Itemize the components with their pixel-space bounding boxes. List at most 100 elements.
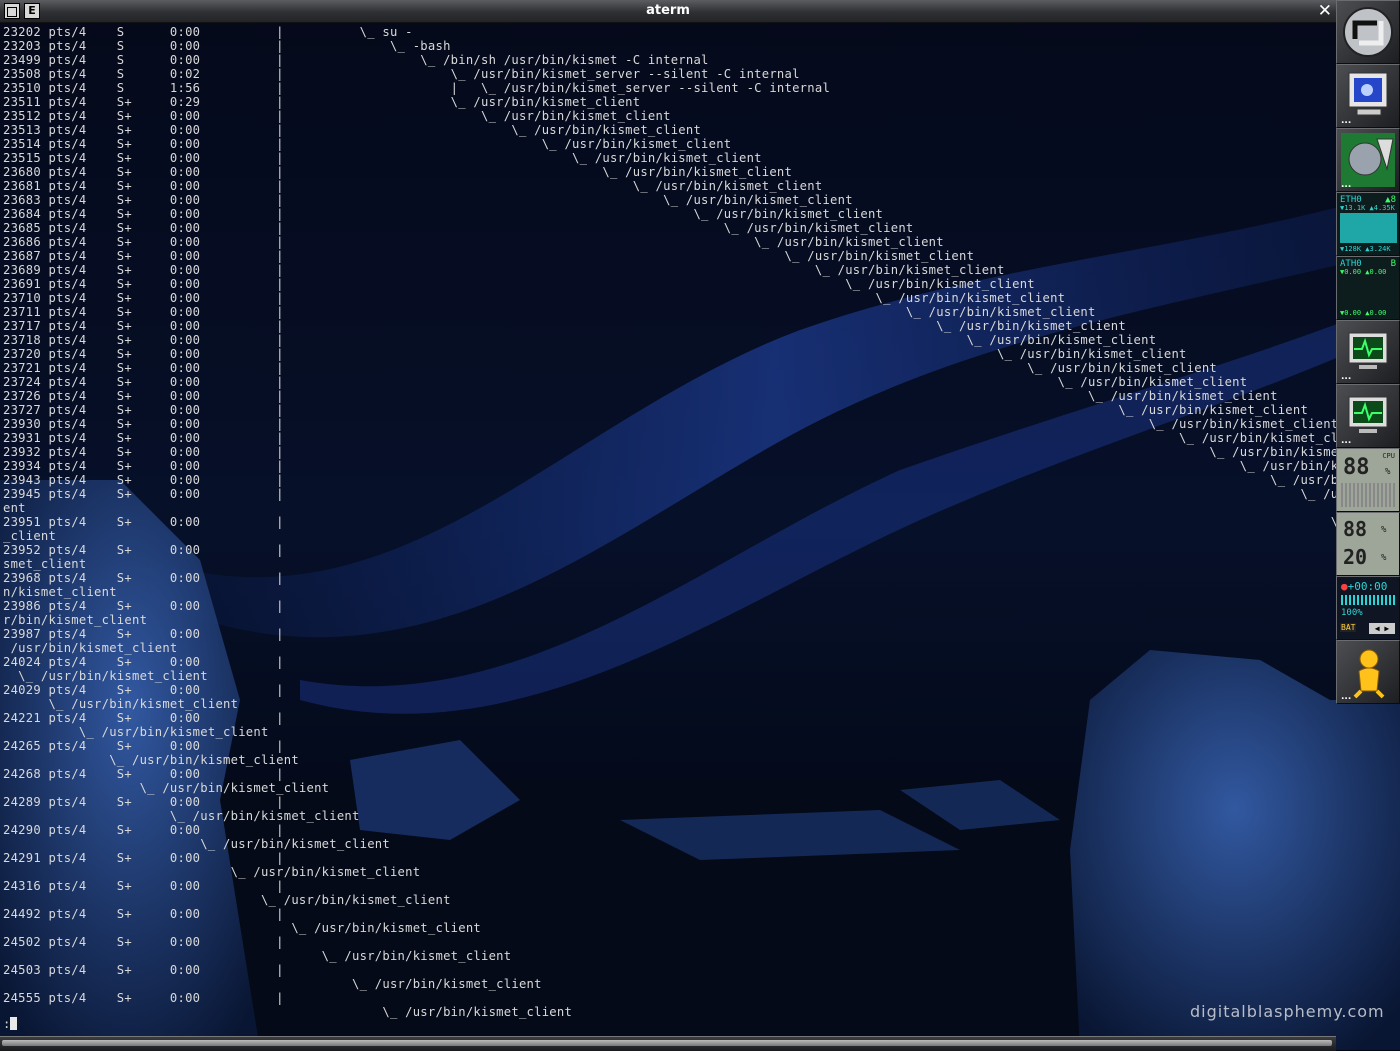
dock-tile-logo[interactable] [1336,0,1400,64]
battery-percent: 100% [1341,608,1363,618]
dock-cpu-meter[interactable]: CPU 88 % [1336,448,1400,512]
terminal-line: 23691 pts/4 S+ 0:00 | \_ /usr/bin/kismet… [3,277,1035,291]
tile-dots: ... [1341,372,1352,382]
terminal-line: smet_client [3,557,87,571]
cpu-value: 88 [1343,455,1370,480]
terminal-line: 24221 pts/4 S+ 0:00 | [3,711,284,725]
scrollbar-thumb[interactable] [2,1040,1332,1046]
tile-dots: ... [1341,180,1352,190]
dock-tile-sysmon-1[interactable]: ... [1336,320,1400,384]
terminal-line: 23687 pts/4 S+ 0:00 | \_ /usr/bin/kismet… [3,249,975,263]
terminal-line: 23951 pts/4 S+ 0:00 | \_ /usr/bin/kismet [3,515,1336,529]
terminal-line: \_ /usr/bin/kismet_client [3,725,269,739]
terminal-line: \_ /usr/bin/kismet_client [3,697,239,711]
close-icon[interactable]: ✕ [1318,1,1332,21]
terminal-line: 23718 pts/4 S+ 0:00 | \_ /usr/bin/kismet… [3,333,1157,347]
terminal-line: 24291 pts/4 S+ 0:00 | [3,851,284,865]
cpu-label: CPU [1382,452,1395,460]
dock-mem-meter[interactable]: 88 % 20 % [1336,512,1400,576]
terminal-line: 23508 pts/4 S 0:02 | \_ /usr/bin/kismet_… [3,67,800,81]
terminal-line: 23513 pts/4 S+ 0:00 | \_ /usr/bin/kismet… [3,123,702,137]
terminal-line: n/kismet_client [3,585,117,599]
window-maker-logo-icon [1343,7,1393,57]
terminal-line: \_ /usr/bin/kismet_client [3,809,360,823]
terminal-line: 24024 pts/4 S+ 0:00 | [3,655,284,669]
terminal-output[interactable]: 23202 pts/4 S 0:00 | \_ su -23203 pts/4 … [0,23,1336,1035]
terminal-line: 23680 pts/4 S+ 0:00 | \_ /usr/bin/kismet… [3,165,793,179]
dock-tile-network-tool[interactable]: ... [1336,128,1400,192]
dock-tile-messenger[interactable]: ... [1336,640,1400,704]
dock: ... ... ETH0 ▲8 ▼13.1K ▲4.35K ▼128K ▲3.2… [1336,0,1400,705]
terminal-line: 24492 pts/4 S+ 0:00 | [3,907,284,921]
dock-tile-monitor[interactable]: ... [1336,64,1400,128]
window-title: aterm [646,3,690,18]
wallpaper-credit: digitalblasphemy.com [1190,1002,1385,1021]
terminal-line: 23203 pts/4 S 0:00 | \_ -bash [3,39,451,53]
terminal-line: 23683 pts/4 S+ 0:00 | \_ /usr/bin/kismet… [3,193,853,207]
terminal-line: 23930 pts/4 S+ 0:00 | \_ /usr/bin/kismet… [3,417,1336,431]
terminal-line: 24265 pts/4 S+ 0:00 | [3,739,284,753]
terminal-line: 23689 pts/4 S+ 0:00 | \_ /usr/bin/kismet… [3,263,1005,277]
terminal-line: 24289 pts/4 S+ 0:00 | [3,795,284,809]
terminal-line: \_ /usr/bin/kismet_client [3,781,330,795]
terminal-line: 23710 pts/4 S+ 0:00 | \_ /usr/bin/kismet… [3,291,1066,305]
terminal-line: 24555 pts/4 S+ 0:00 | [3,991,284,1005]
terminal-line: 23511 pts/4 S+ 0:29 | \_ /usr/bin/kismet… [3,95,641,109]
text-cursor [10,1017,18,1030]
terminal-line: 23717 pts/4 S+ 0:00 | \_ /usr/bin/kismet… [3,319,1126,333]
terminal-line: 23934 pts/4 S+ 0:00 | \_ /usr/bin/kismet… [3,459,1336,473]
ath0-down: 0.00 [1344,268,1362,276]
terminal-line: 23681 pts/4 S+ 0:00 | \_ /usr/bin/kismet… [3,179,823,193]
terminal-line: \_ /usr/bin/kismet_client [3,865,421,879]
tile-dots: ... [1341,116,1352,126]
terminal-line: 24290 pts/4 S+ 0:00 | [3,823,284,837]
tile-dots: ... [1341,692,1352,702]
terminal-line: 23931 pts/4 S+ 0:00 | \_ /usr/bin/kismet… [3,431,1336,445]
terminal-line: 23686 pts/4 S+ 0:00 | \_ /usr/bin/kismet… [3,235,944,249]
dock-tile-sysmon-2[interactable]: ... [1336,384,1400,448]
terminal-line: 23968 pts/4 S+ 0:00 | \_ /usr/bi [3,571,1336,585]
terminal-line: 23952 pts/4 S+ 0:00 | \_ /usr/bin/ki [3,543,1336,557]
terminal-line: \_ /usr/bin/kismet_client [3,837,390,851]
tile-dots: ... [1341,436,1352,446]
cpu-graph [1341,483,1395,507]
mem-value-2: 20 [1343,545,1368,569]
terminal-line: r/bin/kismet_client [3,613,148,627]
ath0-up-total: 0.00 [1369,309,1387,317]
terminal-line: 23726 pts/4 S+ 0:00 | \_ /usr/bin/kismet… [3,389,1278,403]
terminal-line: \_ /usr/bin/kismet_client [3,1005,573,1019]
terminal-line: _client [3,529,57,543]
terminal-line: 23724 pts/4 S+ 0:00 | \_ /usr/bin/kismet… [3,375,1248,389]
dock-net-monitor-eth0[interactable]: ETH0 ▲8 ▼13.1K ▲4.35K ▼128K ▲3.24K [1336,192,1400,256]
terminal-line: ent [3,501,26,515]
terminal-prompt[interactable]: : [3,1017,18,1031]
ath0-up: 0.00 [1369,268,1387,276]
battery-nav-arrows-icon[interactable]: ◀ ▶ [1369,623,1395,634]
terminal-line: 23945 pts/4 S+ 0:00 | \_ /usr/bin/kismet… [3,487,1336,501]
terminal-line: 23685 pts/4 S+ 0:00 | \_ /usr/bin/kismet… [3,221,914,235]
dock-net-monitor-ath0[interactable]: ATH0 B ▼0.00 ▲0.00 ▼0.00 ▲0.00 [1336,256,1400,320]
terminal-line: \_ /usr/bin/kismet_client [3,977,542,991]
battery-time: +00:00 [1347,580,1388,593]
dock-battery-meter[interactable]: ●+00:00 100% BAT ◀ ▶ [1336,576,1400,640]
terminal-line: 23202 pts/4 S 0:00 | \_ su - [3,25,413,39]
window-titlebar[interactable]: E aterm ✕ [0,0,1336,23]
terminal-line: 23499 pts/4 S 0:00 | \_ /bin/sh /usr/bin… [3,53,709,67]
terminal-line: 23987 pts/4 S+ 0:00 | \_ [3,627,1336,641]
terminal-line: 23986 pts/4 S+ 0:00 | \_ /us [3,599,1336,613]
eth0-up: 4.35K [1373,204,1395,212]
terminal-line: \_ /usr/bin/kismet_client [3,669,208,683]
eth0-up-total: 3.24K [1369,245,1391,253]
terminal-scrollbar[interactable] [0,1036,1336,1051]
terminal-line: /usr/bin/kismet_client [3,641,178,655]
terminal-line: \_ /usr/bin/kismet_client [3,921,482,935]
terminal-line: \_ /usr/bin/kismet_client [3,753,299,767]
terminal-line: 23721 pts/4 S+ 0:00 | \_ /usr/bin/kismet… [3,361,1217,375]
eth0-graph [1340,213,1397,243]
terminal-line: 23514 pts/4 S+ 0:00 | \_ /usr/bin/kismet… [3,137,732,151]
battery-label: BAT [1340,623,1357,632]
terminal-line: 23720 pts/4 S+ 0:00 | \_ /usr/bin/kismet… [3,347,1187,361]
terminal-line: 23711 pts/4 S+ 0:00 | \_ /usr/bin/kismet… [3,305,1096,319]
terminal-line: 24316 pts/4 S+ 0:00 | [3,879,284,893]
terminal-line: \_ /usr/bin/kismet_client [3,893,451,907]
